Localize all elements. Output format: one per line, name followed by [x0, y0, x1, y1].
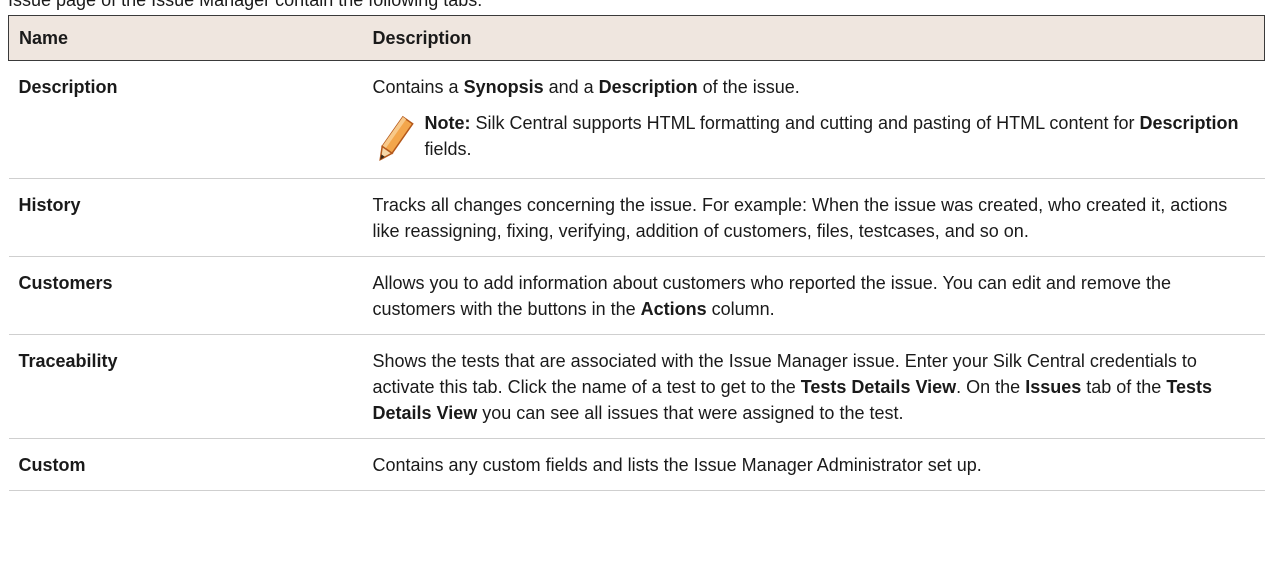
- row-description-cell: Contains any custom fields and lists the…: [362, 438, 1265, 491]
- row-name-traceability: Traceability: [8, 334, 363, 439]
- row-description-cell: Allows you to add information about cust…: [362, 256, 1265, 335]
- row-name-description: Description: [8, 60, 363, 179]
- row-description-cell: Tracks all changes concerning the issue.…: [362, 178, 1265, 257]
- table-header-row: Name Description: [8, 15, 1265, 61]
- row-name-custom: Custom: [8, 438, 363, 491]
- note-text: Note: Silk Central supports HTML formatt…: [424, 113, 1239, 159]
- row-name-history: History: [8, 178, 363, 257]
- row-description-cell: Contains a Synopsis and a Description of…: [362, 60, 1265, 179]
- table-row: Traceability Shows the tests that are as…: [8, 334, 1265, 439]
- table-row: Description Contains a Synopsis and a De…: [8, 60, 1265, 179]
- pencil-icon: [378, 115, 414, 162]
- table-row: History Tracks all changes concerning th…: [8, 178, 1265, 257]
- cut-off-intro-text: Issue page of the Issue Manager contain …: [8, 0, 483, 10]
- row-name-customers: Customers: [8, 256, 363, 335]
- row-description-cell: Shows the tests that are associated with…: [362, 334, 1265, 439]
- tabs-description-table: Name Description Description Contains a …: [8, 15, 1265, 491]
- column-header-description: Description: [362, 15, 1265, 61]
- column-header-name: Name: [8, 15, 363, 61]
- table-row: Customers Allows you to add information …: [8, 256, 1265, 335]
- table-row: Custom Contains any custom fields and li…: [8, 438, 1265, 491]
- note-box: Note: Silk Central supports HTML formatt…: [373, 110, 1255, 166]
